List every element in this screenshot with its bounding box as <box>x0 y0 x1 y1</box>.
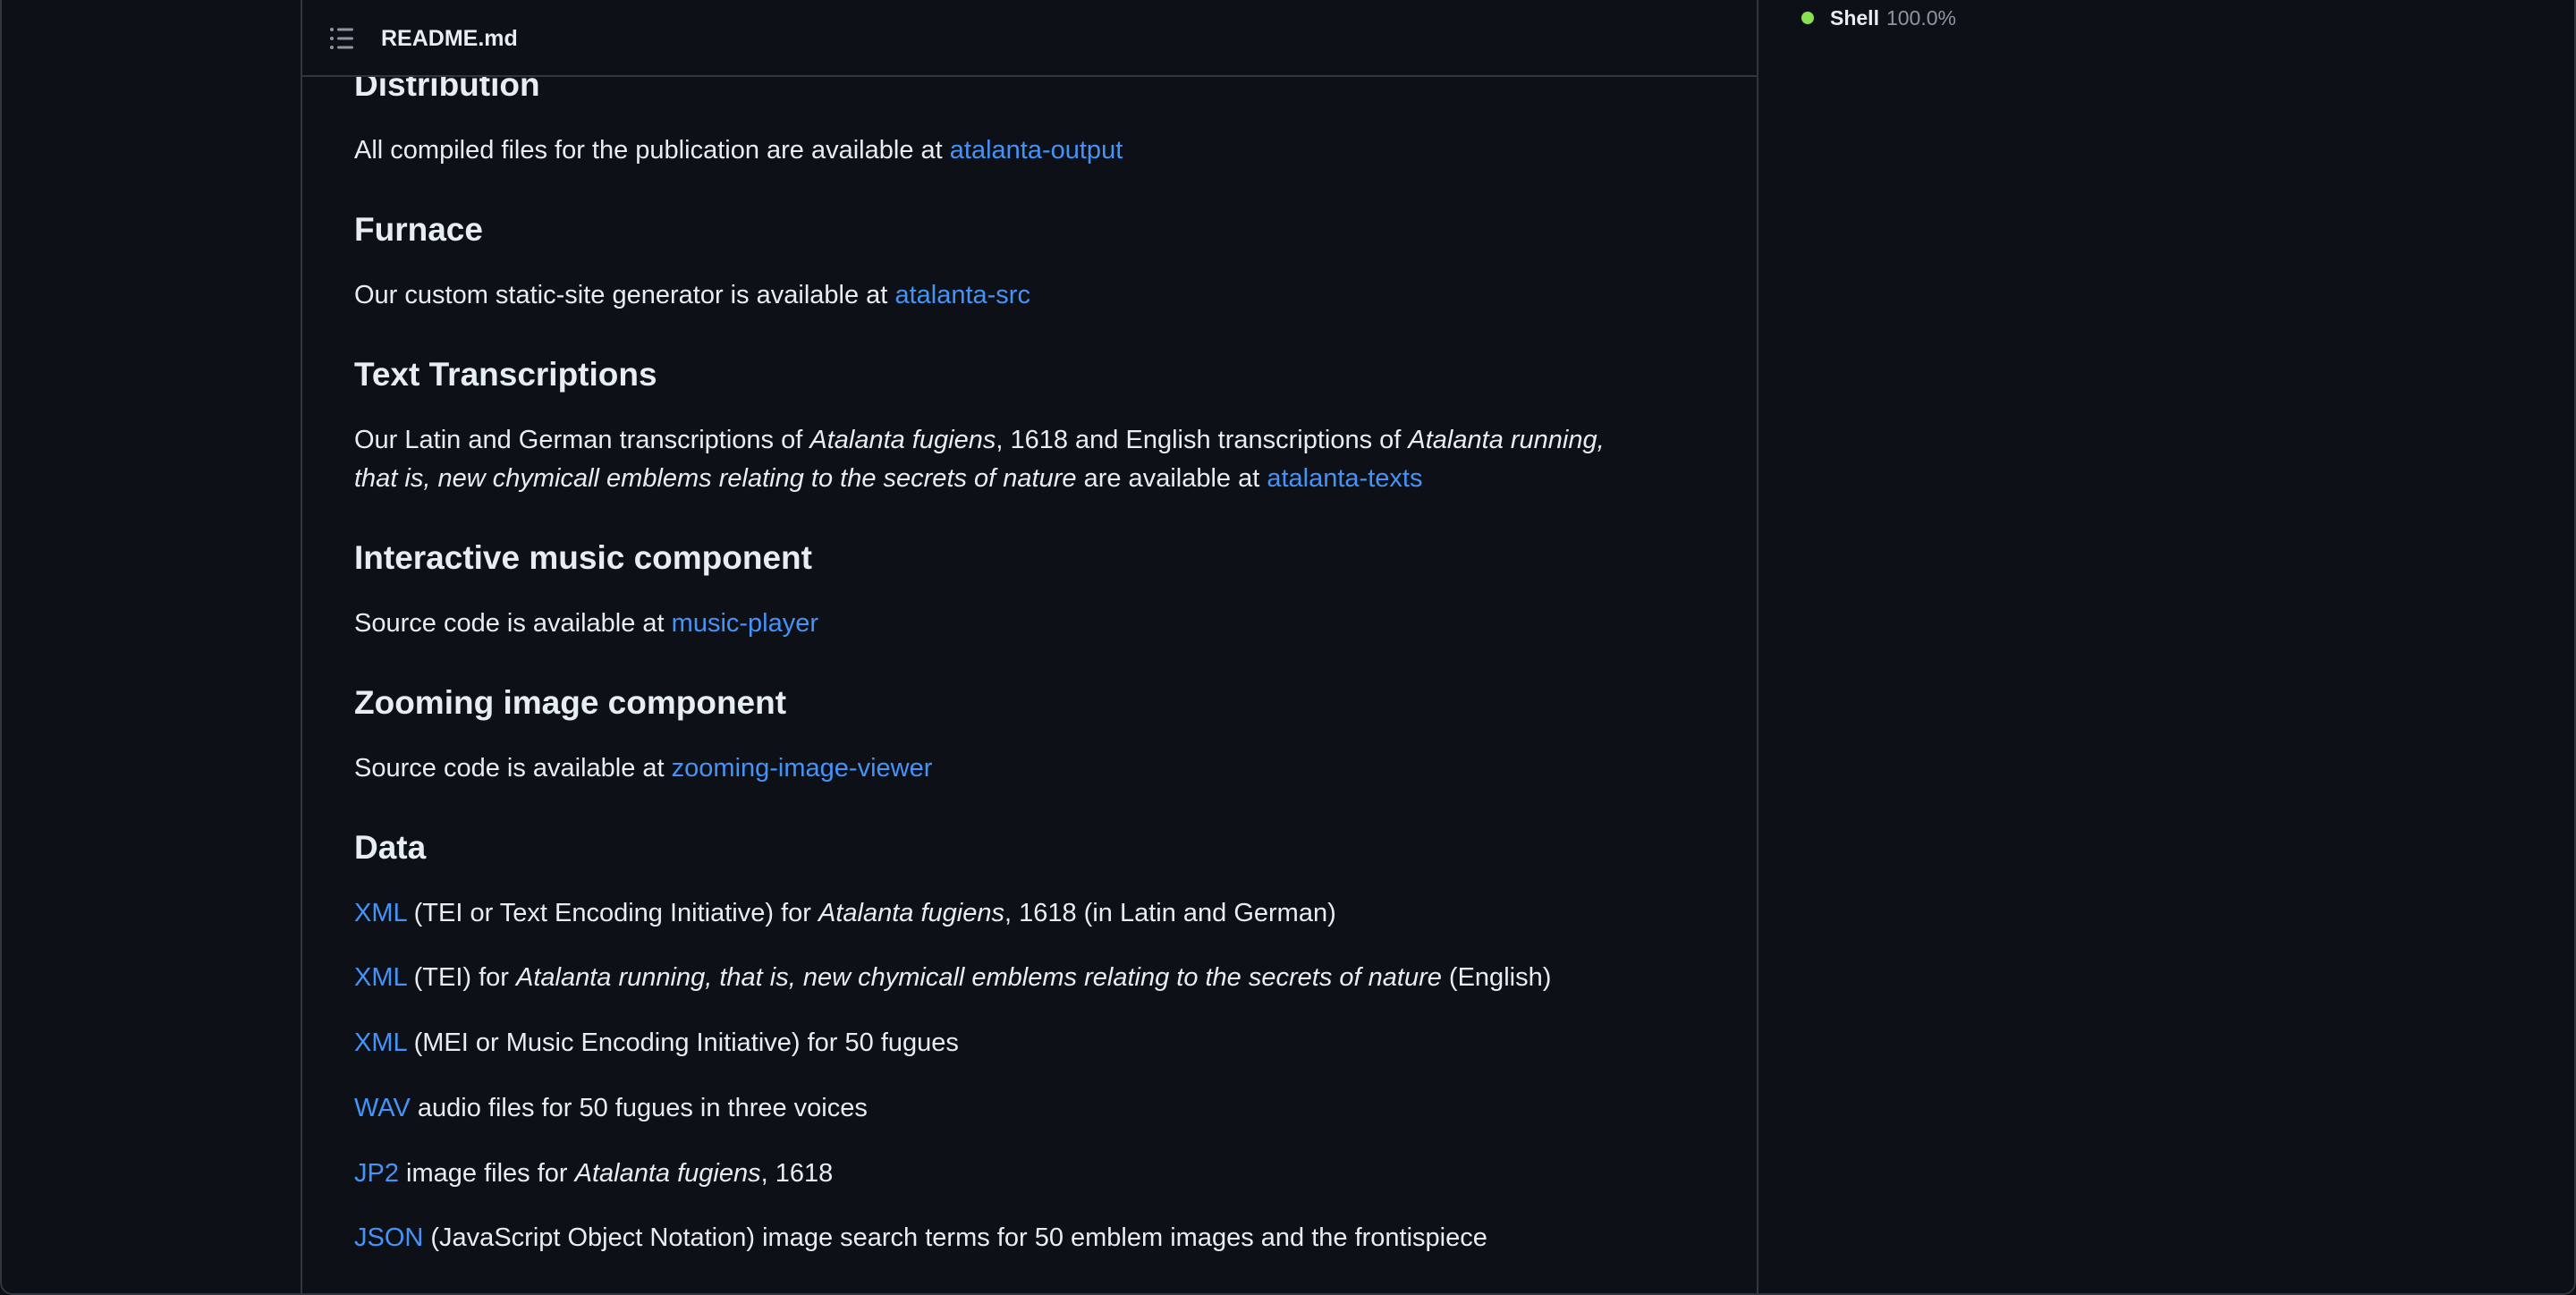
data-item-xml-tei-english: XML (TEI) for Atalanta running, that is,… <box>354 959 1551 997</box>
paragraph-text: are available at <box>1076 464 1267 493</box>
link-jp2[interactable]: JP2 <box>354 1159 399 1188</box>
list-unordered-icon[interactable] <box>329 27 356 50</box>
paragraph-text: All compiled files for the publication a… <box>354 136 950 165</box>
heading-zooming-image: Zooming image component <box>354 684 787 721</box>
italic-title: Atalanta fugiens <box>574 1159 761 1188</box>
readme-filename: README.md <box>381 26 518 51</box>
link-atalanta-src[interactable]: atalanta-src <box>894 281 1030 309</box>
readme-panel: README.md Distribution All compiled file… <box>301 0 1758 1293</box>
italic-title: Atalanta running, <box>1408 426 1605 454</box>
italic-title: Atalanta running, that is, new chymicall… <box>516 963 1442 992</box>
link-zooming-image-viewer[interactable]: zooming-image-viewer <box>672 754 933 783</box>
language-percent: 100.0% <box>1885 6 1956 30</box>
data-item-xml-mei: XML (MEI or Music Encoding Initiative) f… <box>354 1024 959 1062</box>
link-atalanta-output[interactable]: atalanta-output <box>950 136 1123 165</box>
paragraph-furnace: Our custom static-site generator is avai… <box>354 276 1030 315</box>
paragraph-text: , 1618 (in Latin and German) <box>1004 899 1336 927</box>
paragraph-text: (MEI or Music Encoding Initiative) for 5… <box>406 1028 959 1057</box>
paragraph-text: audio files for 50 fugues in three voice… <box>410 1094 868 1122</box>
paragraph-text: Source code is available at <box>354 609 672 638</box>
language-name: Shell <box>1830 6 1879 30</box>
paragraph-text: , 1618 <box>760 1159 834 1188</box>
data-item-wav: WAV audio files for 50 fugues in three v… <box>354 1089 868 1128</box>
paragraph-text: (English) <box>1441 963 1552 992</box>
italic-title: that is, new chymicall emblems relating … <box>354 464 1077 493</box>
readme-header: README.md <box>302 0 1757 77</box>
italic-title: Atalanta fugiens <box>809 426 996 454</box>
link-atalanta-texts[interactable]: atalanta-texts <box>1267 464 1422 493</box>
paragraph-transcriptions-line2: that is, new chymicall emblems relating … <box>354 460 1422 498</box>
paragraph-text: Our custom static-site generator is avai… <box>354 281 895 309</box>
language-color-dot <box>1801 11 1814 24</box>
heading-furnace: Furnace <box>354 211 483 248</box>
link-json[interactable]: JSON <box>354 1223 423 1252</box>
paragraph-text: image files for <box>398 1159 575 1188</box>
data-item-jp2: JP2 image files for Atalanta fugiens, 16… <box>354 1155 833 1193</box>
paragraph-music: Source code is available at music-player <box>354 605 818 643</box>
link-wav[interactable]: WAV <box>354 1094 411 1122</box>
paragraph-zoom: Source code is available at zooming-imag… <box>354 749 932 788</box>
italic-title: Atalanta fugiens <box>818 899 1004 927</box>
link-xml-tei[interactable]: XML <box>354 899 407 927</box>
data-item-xml-tei: XML (TEI or Text Encoding Initiative) fo… <box>354 894 1336 933</box>
heading-interactive-music: Interactive music component <box>354 539 812 576</box>
paragraph-text: (TEI) for <box>406 963 517 992</box>
paragraph-transcriptions-line1: Our Latin and German transcriptions of A… <box>354 421 1605 460</box>
paragraph-text: Our Latin and German transcriptions of <box>354 426 810 454</box>
paragraph-text: , 1618 and English transcriptions of <box>996 426 1409 454</box>
paragraph-text: Source code is available at <box>354 754 672 783</box>
paragraph-text: (JavaScript Object Notation) image searc… <box>423 1223 1487 1252</box>
data-item-json: JSON (JavaScript Object Notation) image … <box>354 1219 1487 1257</box>
link-music-player[interactable]: music-player <box>672 609 818 638</box>
paragraph-distribution: All compiled files for the publication a… <box>354 131 1123 170</box>
paragraph-text: (TEI or Text Encoding Initiative) for <box>406 899 818 927</box>
link-xml-mei[interactable]: XML <box>354 1028 407 1057</box>
language-stats: Shell 100.0% <box>1801 4 1956 32</box>
heading-text-transcriptions: Text Transcriptions <box>354 356 657 393</box>
link-xml-tei-english[interactable]: XML <box>354 963 407 992</box>
heading-data: Data <box>354 829 427 866</box>
app-window: Shell 100.0% README.md Distribution All c… <box>0 0 2576 1295</box>
